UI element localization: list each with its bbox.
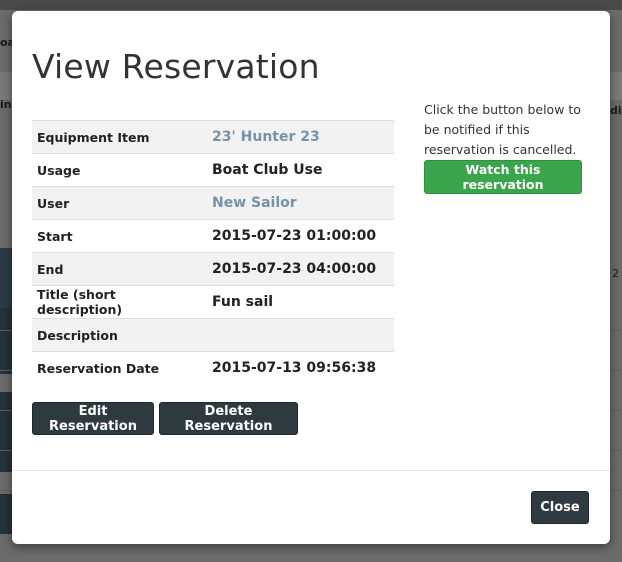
reservation-details-table: Equipment Item 23' Hunter 23 Usage Boat …: [32, 120, 394, 384]
detail-value: 2015-07-23 04:00:00: [207, 252, 394, 286]
background-panel: [0, 494, 12, 534]
detail-value: 2015-07-23 01:00:00: [207, 219, 394, 253]
table-row: Description: [32, 318, 394, 352]
detail-label: End: [32, 252, 207, 286]
modal-footer-divider: [12, 470, 610, 471]
table-row: Reservation Date 2015-07-13 09:56:38: [32, 351, 394, 384]
detail-label: Title (short description): [32, 285, 207, 319]
equipment-item-link[interactable]: 23' Hunter 23: [207, 120, 394, 154]
table-row: Start 2015-07-23 01:00:00: [32, 219, 394, 253]
detail-value: Boat Club Use: [207, 153, 394, 187]
close-button[interactable]: Close: [531, 491, 589, 524]
background-navbar: [0, 0, 622, 10]
watch-instructions-text: Click the button below to be notified if…: [424, 102, 581, 157]
detail-label: Usage: [32, 153, 207, 187]
background-text: in: [0, 98, 12, 111]
detail-value: [207, 318, 394, 352]
table-row: Title (short description) Fun sail: [32, 285, 394, 319]
table-row: User New Sailor: [32, 186, 394, 220]
table-row: End 2015-07-23 04:00:00: [32, 252, 394, 286]
delete-reservation-button[interactable]: Delete Reservation: [159, 402, 298, 435]
background-text: 2: [612, 267, 619, 280]
background-panel: [0, 392, 12, 472]
table-row: Equipment Item 23' Hunter 23: [32, 120, 394, 154]
background-panel: [0, 248, 12, 308]
detail-value: 2015-07-13 09:56:38: [207, 351, 394, 384]
modal-title: View Reservation: [32, 47, 320, 86]
watch-reservation-button[interactable]: Watch this reservation: [424, 160, 582, 194]
detail-label: Reservation Date: [32, 351, 207, 384]
edit-reservation-button[interactable]: Edit Reservation: [32, 402, 154, 435]
detail-label: User: [32, 186, 207, 220]
user-link[interactable]: New Sailor: [207, 186, 394, 220]
detail-label: Start: [32, 219, 207, 253]
table-row: Usage Boat Club Use: [32, 153, 394, 187]
detail-value: Fun sail: [207, 285, 394, 319]
detail-label: Equipment Item: [32, 120, 207, 154]
view-reservation-modal: View Reservation Equipment Item 23' Hunt…: [12, 11, 610, 544]
background-text: di: [610, 104, 622, 117]
detail-label: Description: [32, 318, 207, 352]
background-panel: [0, 308, 12, 374]
